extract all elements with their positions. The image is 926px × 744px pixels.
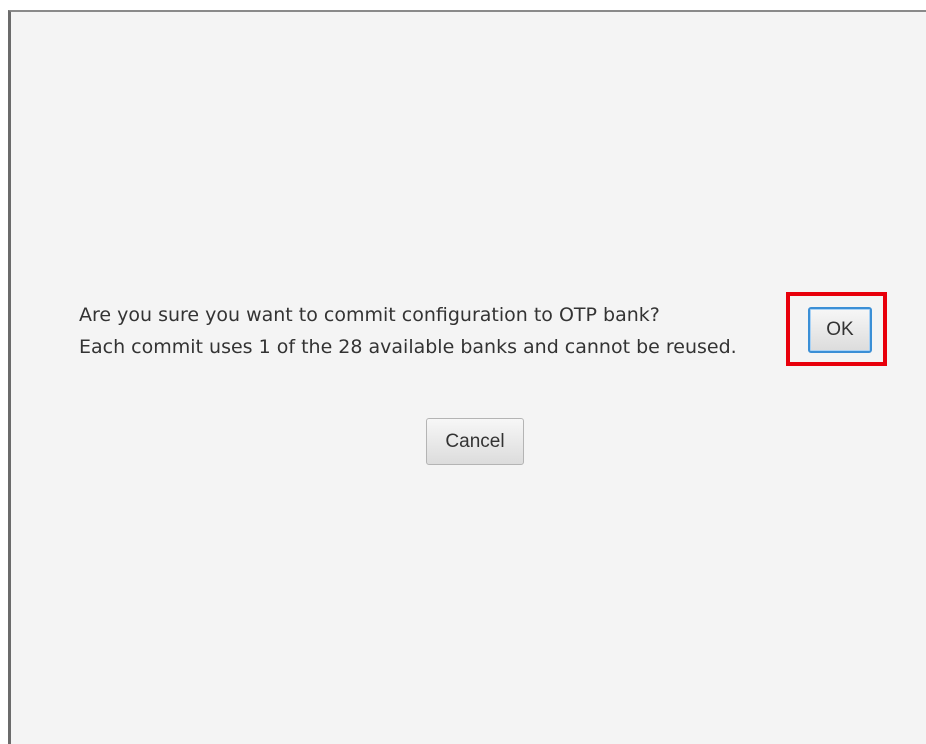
confirm-dialog: Are you sure you want to commit configur… — [8, 10, 926, 744]
cancel-button[interactable]: Cancel — [426, 418, 524, 465]
message-line-1: Are you sure you want to commit configur… — [79, 304, 660, 326]
ok-button[interactable]: OK — [808, 307, 872, 353]
screen: Are you sure you want to commit configur… — [0, 0, 926, 744]
message-line-2: Each commit uses 1 of the 28 available b… — [79, 336, 737, 358]
confirmation-message: Are you sure you want to commit configur… — [79, 299, 779, 363]
